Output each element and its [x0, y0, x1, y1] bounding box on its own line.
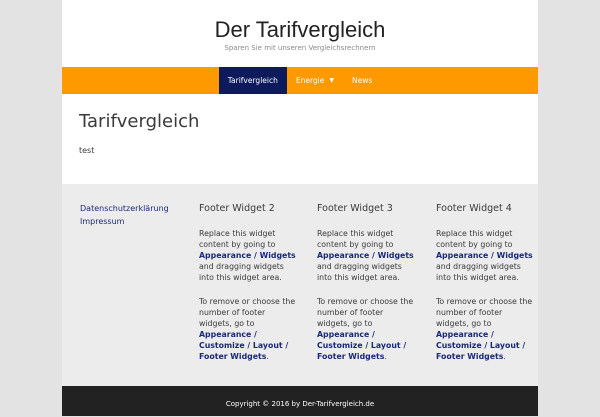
page-container: Der Tarifvergleich Sparen Sie mit unsere…: [62, 0, 538, 416]
widget-text: To remove or choose the number of footer…: [199, 297, 296, 328]
widget-paragraph: Replace this widget content by going to …: [436, 228, 536, 283]
footer-widget-3: Footer Widget 3 Replace this widget cont…: [317, 202, 417, 362]
site-header: Der Tarifvergleich Sparen Sie mit unsere…: [62, 0, 538, 67]
widget-title: Footer Widget 4: [436, 203, 512, 214]
widget-paragraph: To remove or choose the number of footer…: [199, 296, 299, 362]
widget-text: and dragging widgets into this widget ar…: [436, 262, 521, 282]
nav-item-tarifvergleich[interactable]: Tarifvergleich: [218, 67, 287, 94]
widget-text: To remove or choose the number of footer…: [436, 297, 533, 328]
widget-title: Footer Widget 2: [199, 203, 275, 214]
widget-paragraph: Replace this widget content by going to …: [317, 228, 417, 283]
widget-text: Replace this widget content by going to: [199, 229, 276, 249]
appearance-widgets-link[interactable]: Appearance / Widgets: [199, 251, 296, 260]
site-info-bar: Copyright © 2016 by Der-Tarifvergleich.d…: [62, 386, 538, 416]
nav-item-label: News: [352, 76, 373, 85]
widget-text: .: [266, 352, 269, 361]
copyright-text: Copyright © 2016 by Der-Tarifvergleich.d…: [225, 400, 375, 408]
footer-link-impressum[interactable]: Impressum: [80, 215, 180, 228]
widget-text: .: [503, 352, 506, 361]
main-content: Tarifvergleich test: [62, 94, 538, 184]
footer-widgets: Datenschutzerklärung Impressum Footer Wi…: [62, 184, 538, 386]
appearance-widgets-link[interactable]: Appearance / Widgets: [436, 251, 533, 260]
footer-links: Datenschutzerklärung Impressum: [80, 202, 180, 228]
nav-item-label: Energie: [295, 76, 325, 85]
main-navigation: Tarifvergleich Energie ▼ News: [62, 67, 538, 94]
customize-layout-link[interactable]: Appearance / Customize / Layout / Footer…: [317, 330, 406, 361]
widget-text: and dragging widgets into this widget ar…: [199, 262, 284, 282]
widget-text: Replace this widget content by going to: [317, 229, 394, 249]
widget-text: Replace this widget content by going to: [436, 229, 513, 249]
widget-text: and dragging widgets into this widget ar…: [317, 262, 402, 282]
customize-layout-link[interactable]: Appearance / Customize / Layout / Footer…: [199, 330, 288, 361]
footer-widget-4: Footer Widget 4 Replace this widget cont…: [436, 202, 536, 362]
page-text: test: [79, 146, 95, 155]
widget-paragraph: To remove or choose the number of footer…: [317, 296, 417, 362]
widget-text: .: [384, 352, 387, 361]
appearance-widgets-link[interactable]: Appearance / Widgets: [317, 251, 414, 260]
nav-item-news[interactable]: News: [343, 67, 381, 94]
nav-item-energie[interactable]: Energie ▼: [287, 67, 343, 94]
site-title[interactable]: Der Tarifvergleich: [62, 0, 538, 43]
site-tagline: Sparen Sie mit unseren Vergleichsrechner…: [224, 44, 376, 52]
page-title: Tarifvergleich: [79, 111, 200, 132]
widget-title: Footer Widget 3: [317, 203, 393, 214]
widget-text: To remove or choose the number of footer…: [317, 297, 414, 328]
widget-paragraph: To remove or choose the number of footer…: [436, 296, 536, 362]
widget-paragraph: Replace this widget content by going to …: [199, 228, 299, 283]
footer-link-datenschutz[interactable]: Datenschutzerklärung: [80, 202, 180, 215]
nav-item-label: Tarifvergleich: [227, 76, 278, 85]
footer-widget-2: Footer Widget 2 Replace this widget cont…: [199, 202, 299, 362]
customize-layout-link[interactable]: Appearance / Customize / Layout / Footer…: [436, 330, 525, 361]
chevron-down-icon: ▼: [329, 77, 335, 84]
